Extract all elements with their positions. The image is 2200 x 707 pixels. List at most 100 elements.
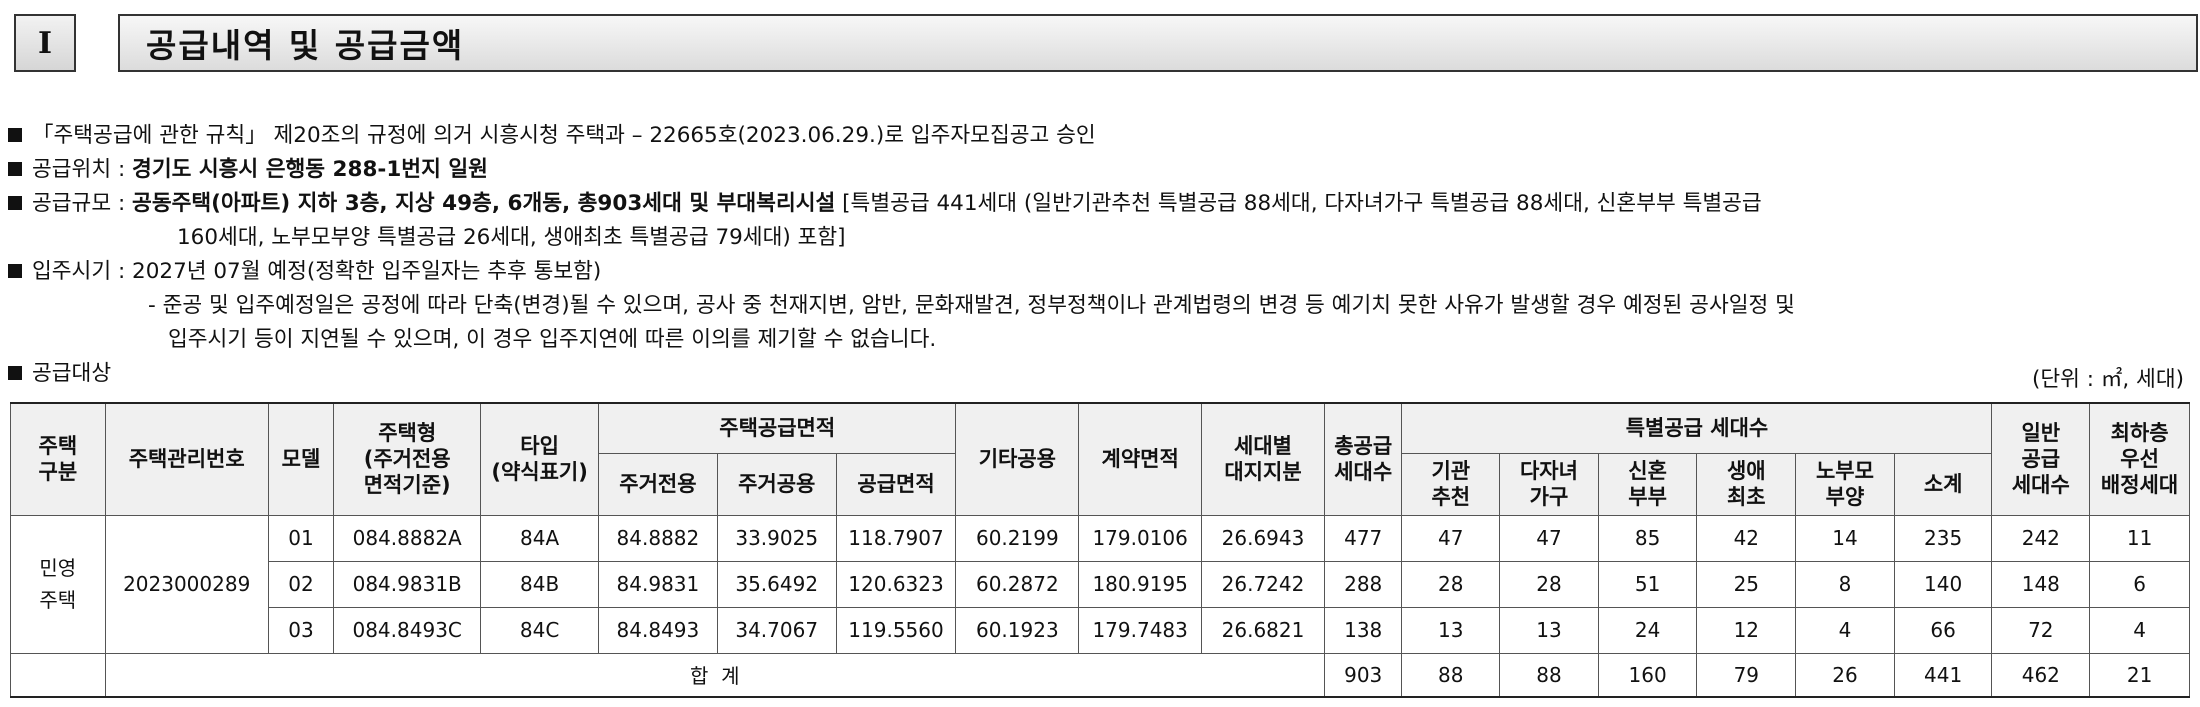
section-header: I 공급내역 및 공급금액 <box>14 14 2198 74</box>
section-number: I <box>14 14 76 72</box>
cell-short-type: 84A <box>480 514 599 562</box>
th-general-supply: 일반 공급 세대수 <box>1991 402 2091 516</box>
cell-sp-elderly: 4 <box>1795 606 1895 654</box>
cell-general: 148 <box>1991 560 2091 608</box>
bullet-approval: 「주택공급에 관한 규칙」 제20조의 규정에 의거 시흥시청 주택과 – 22… <box>8 119 2188 153</box>
bullet-square-icon <box>8 264 22 278</box>
cell-general: 72 <box>1991 606 2091 654</box>
cell-housing-type: 084.8493C <box>333 606 482 654</box>
cell-exclusive: 84.8882 <box>597 514 718 562</box>
sum-sp-multichild: 88 <box>1499 652 1599 698</box>
th-sp-multichild: 다자녀 가구 <box>1499 452 1599 516</box>
sum-spacer <box>10 652 106 698</box>
target-label: 공급대상 <box>32 361 112 386</box>
cell-sp-institution: 47 <box>1401 514 1501 562</box>
cell-common: 33.9025 <box>716 514 837 562</box>
table-row: 03 084.8493C 84C 84.8493 34.7067 119.556… <box>11 606 2190 654</box>
cell-sp-elderly: 8 <box>1795 560 1895 608</box>
total-row: 합 계 903 88 88 160 79 26 441 462 21 <box>10 652 2190 698</box>
section-title: 공급내역 및 공급금액 <box>118 14 2198 72</box>
scale-value: 공동주택(아파트) 지하 3층, 지상 49층, 6개동, 총903세대 및 부… <box>132 191 836 216</box>
cell-total: 138 <box>1323 606 1403 654</box>
th-total-supply: 총공급 세대수 <box>1323 402 1403 516</box>
bullet-location: 공급위치 : 경기도 시흥시 은행동 288-1번지 일원 <box>8 153 2188 187</box>
sum-general: 462 <box>1991 652 2091 698</box>
cell-sp-newlywed: 85 <box>1597 514 1698 562</box>
th-supply: 공급면적 <box>835 452 957 516</box>
bullet-square-icon <box>8 162 22 176</box>
move-in-note-1: - 준공 및 입주예정일은 공정에 따라 단축(변경)될 수 있으며, 공사 중… <box>148 293 1795 318</box>
cell-supply: 119.5560 <box>835 606 957 654</box>
cell-housing-type: 084.9831B <box>333 560 482 608</box>
cell-lowest: 11 <box>2089 514 2190 562</box>
cell-common: 35.6492 <box>716 560 837 608</box>
move-in-text: 입주시기 : 2027년 07월 예정(정확한 입주일자는 추후 통보함) <box>32 259 602 284</box>
th-sp-elderly: 노부모 부양 <box>1795 452 1895 516</box>
bullet-target: 공급대상 <box>8 357 2188 391</box>
th-short-type: 타입 (약식표기) <box>480 402 599 516</box>
cell-sp-subtotal: 140 <box>1893 560 1993 608</box>
sum-total: 903 <box>1323 652 1403 698</box>
sum-sp-newlywed: 160 <box>1597 652 1698 698</box>
cell-total: 477 <box>1323 514 1403 562</box>
cell-sp-subtotal: 66 <box>1893 606 1993 654</box>
th-sp-subtotal: 소계 <box>1893 452 1993 516</box>
approval-text: 「주택공급에 관한 규칙」 제20조의 규정에 의거 시흥시청 주택과 – 22… <box>32 123 1096 148</box>
th-special-supply: 특별공급 세대수 <box>1401 402 1993 454</box>
cell-short-type: 84B <box>480 560 599 608</box>
cell-lowest: 6 <box>2089 560 2190 608</box>
cell-contract: 179.7483 <box>1078 606 1203 654</box>
cell-other-common: 60.2199 <box>955 514 1080 562</box>
location-value: 경기도 시흥시 은행동 288-1번지 일원 <box>132 157 488 182</box>
bullet-move-in: 입주시기 : 2027년 07월 예정(정확한 입주일자는 추후 통보함) <box>8 255 2188 289</box>
cell-sp-firsttime: 42 <box>1696 514 1797 562</box>
cell-sp-multichild: 47 <box>1499 514 1599 562</box>
th-house-type: 주택 구분 <box>10 402 106 516</box>
location-label: 공급위치 : <box>32 157 133 182</box>
th-lowest-floor: 최하층 우선 배정세대 <box>2089 402 2190 516</box>
cell-sp-institution: 28 <box>1401 560 1501 608</box>
mgmt-no-cell: 2023000289 <box>104 514 269 654</box>
th-sp-firsttime: 생애 최초 <box>1696 452 1797 516</box>
cell-land-share: 26.6943 <box>1201 514 1325 562</box>
sum-lowest: 21 <box>2089 652 2190 698</box>
scale-detail-cont: 160세대, 노부모부양 특별공급 26세대, 생애최초 특별공급 79세대) … <box>177 225 846 250</box>
cell-model: 02 <box>267 560 335 608</box>
cell-land-share: 26.6821 <box>1201 606 1325 654</box>
cell-sp-newlywed: 51 <box>1597 560 1698 608</box>
unit-note: (단위 : ㎡, 세대) <box>2032 367 2184 392</box>
house-type-cell: 민영 주택 <box>10 514 106 654</box>
th-sp-newlywed: 신혼 부부 <box>1597 452 1698 516</box>
th-other-common: 기타공용 <box>955 402 1080 516</box>
sum-sp-subtotal: 441 <box>1893 652 1993 698</box>
th-exclusive: 주거전용 <box>597 452 718 516</box>
cell-sp-multichild: 13 <box>1499 606 1599 654</box>
cell-exclusive: 84.9831 <box>597 560 718 608</box>
cell-sp-elderly: 14 <box>1795 514 1895 562</box>
scale-label: 공급규모 : <box>32 191 133 216</box>
cell-common: 34.7067 <box>716 606 837 654</box>
supply-table: 주택 구분 주택관리번호 모델 주택형 (주거전용 면적기준) 타입 (약식표기… <box>10 402 2190 698</box>
bullet-square-icon <box>8 128 22 142</box>
sum-sp-institution: 88 <box>1401 652 1501 698</box>
cell-sp-institution: 13 <box>1401 606 1501 654</box>
table-row: 민영 주택 2023000289 01 084.8882A 84A 84.888… <box>10 514 2190 654</box>
cell-sp-firsttime: 25 <box>1696 560 1797 608</box>
table-row: 02 084.9831B 84B 84.9831 35.6492 120.632… <box>11 560 2190 608</box>
cell-housing-type: 084.8882A <box>333 514 482 562</box>
cell-sp-multichild: 28 <box>1499 560 1599 608</box>
th-common: 주거공용 <box>716 452 837 516</box>
th-supply-area: 주택공급면적 <box>597 402 957 454</box>
th-land-share: 세대별 대지지분 <box>1201 402 1325 516</box>
cell-model: 01 <box>267 514 335 562</box>
cell-model: 03 <box>267 606 335 654</box>
th-model: 모델 <box>267 402 335 516</box>
cell-lowest: 4 <box>2089 606 2190 654</box>
th-mgmt-no: 주택관리번호 <box>104 402 269 516</box>
info-bullets: 「주택공급에 관한 규칙」 제20조의 규정에 의거 시흥시청 주택과 – 22… <box>8 119 2188 391</box>
th-sp-institution: 기관 추천 <box>1401 452 1501 516</box>
th-contract-area: 계약면적 <box>1078 402 1203 516</box>
scale-detail: [특별공급 441세대 (일반기관추천 특별공급 88세대, 다자녀가구 특별공… <box>835 191 1762 216</box>
cell-other-common: 60.2872 <box>955 560 1080 608</box>
th-housing-type: 주택형 (주거전용 면적기준) <box>333 402 482 516</box>
